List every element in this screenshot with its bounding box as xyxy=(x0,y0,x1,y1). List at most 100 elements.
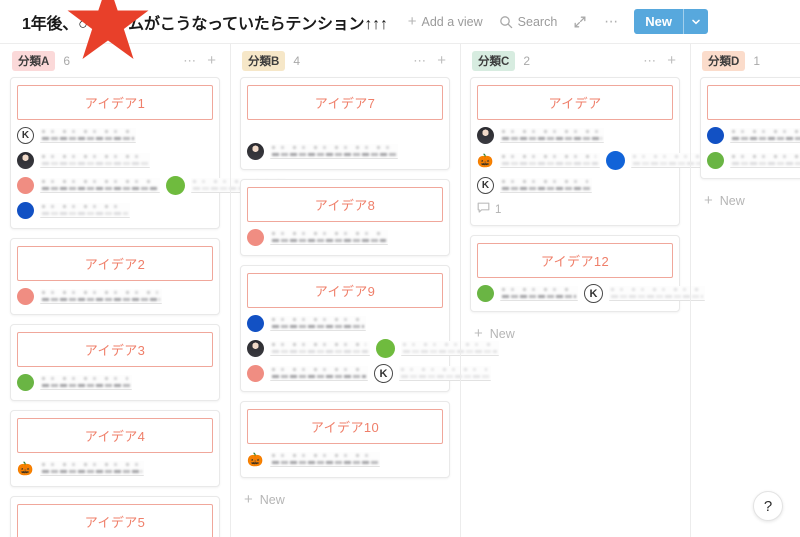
card-title: アイデア5 xyxy=(17,504,213,537)
board-card[interactable]: アイデア 🎃 K 1 xyxy=(470,77,719,226)
board-card[interactable]: アイデア9 K xyxy=(240,265,499,392)
redacted-text xyxy=(500,286,578,301)
board-card[interactable]: アイデア3 xyxy=(10,324,220,401)
card-title: アイデア1 xyxy=(17,85,213,120)
column-add-card-button[interactable]: + xyxy=(659,52,678,69)
plus-icon: + xyxy=(244,491,253,508)
redacted-text xyxy=(270,341,370,356)
k-token: K xyxy=(584,284,603,303)
column-tag[interactable]: 分類C xyxy=(472,50,516,71)
kanban-board: 分類A6⋯+アイデア1Kアイデア2アイデア3アイデア4🎃アイデア5アイデア6分類… xyxy=(0,44,800,537)
board-card[interactable]: アイデア1 K xyxy=(10,77,286,229)
card-rows xyxy=(17,287,213,306)
column-tag[interactable]: 分類D xyxy=(702,50,746,71)
green-avatar xyxy=(477,285,494,302)
card-title: アイデア4 xyxy=(17,418,213,453)
card-comment-row[interactable] xyxy=(17,373,213,392)
add-a-view-label: Add a view xyxy=(421,14,483,29)
board-column-分類B: 分類B 4 ⋯ + アイデア7 アイデア8 アイデア9 K アイデア10 🎃 + New xyxy=(230,44,499,537)
card-comment-row[interactable] xyxy=(247,314,443,333)
pumpkin-avatar: 🎃 xyxy=(477,153,494,168)
column-menu-button[interactable]: ⋯ xyxy=(411,53,429,69)
redacted-text xyxy=(270,144,398,159)
column-count: 6 xyxy=(63,53,70,68)
card-comment-row[interactable]: K xyxy=(477,176,673,195)
card-comment-row[interactable]: 🎃 xyxy=(247,450,443,469)
column-add-card-button[interactable]: + xyxy=(199,52,218,69)
expand-button[interactable] xyxy=(565,11,595,33)
new-button-label: New xyxy=(645,14,673,29)
plus-icon: + xyxy=(704,192,713,209)
redacted-text xyxy=(500,128,604,143)
column-card-list: アイデア1Kアイデア2アイデア3アイデア4🎃アイデア5アイデア6 xyxy=(10,77,286,537)
salmon-avatar xyxy=(17,288,34,305)
add-new-card-label: New xyxy=(259,492,285,507)
board-column-分類A: 分類A6⋯+アイデア1Kアイデア2アイデア3アイデア4🎃アイデア5アイデア6 xyxy=(0,44,286,537)
card-comment-row[interactable]: 🎃 xyxy=(477,151,719,170)
board-card[interactable]: アイデア4 🎃 xyxy=(10,410,220,487)
redacted-text xyxy=(270,230,388,245)
column-header: 分類C 2 ⋯ + xyxy=(470,44,680,77)
comment-count-value: 1 xyxy=(495,203,502,216)
help-button[interactable]: ? xyxy=(753,491,783,521)
blue-token xyxy=(606,151,625,170)
card-rows xyxy=(247,142,443,161)
card-comment-row[interactable]: K xyxy=(247,364,491,383)
card-comment-row[interactable]: K xyxy=(477,284,705,303)
comment-icon xyxy=(477,202,490,217)
add-new-card-button[interactable]: + New xyxy=(470,321,680,346)
column-add-card-button[interactable]: + xyxy=(429,52,448,69)
add-new-card-button[interactable]: + New xyxy=(240,487,450,512)
plus-icon: + xyxy=(474,325,483,342)
column-menu-button[interactable]: ⋯ xyxy=(181,53,199,69)
pumpkin-avatar: 🎃 xyxy=(247,452,264,467)
column-menu-button[interactable]: ⋯ xyxy=(641,53,659,69)
redacted-text xyxy=(40,153,150,168)
card-comment-row[interactable] xyxy=(17,287,213,306)
card-comment-row[interactable]: K xyxy=(17,126,213,145)
redacted-text xyxy=(500,153,600,168)
new-button[interactable]: New xyxy=(634,9,709,34)
redacted-text xyxy=(40,203,130,218)
card-comment-row[interactable] xyxy=(247,339,499,358)
card-comment-row[interactable] xyxy=(17,151,213,170)
card-comment-row[interactable] xyxy=(17,201,213,220)
card-comment-row[interactable] xyxy=(477,126,673,145)
card-title: アイデア2 xyxy=(17,246,213,281)
top-bar: 1年後、○○チームがこうなっていたらテンション↑↑↑ + Add a view … xyxy=(0,0,800,59)
card-comment-row[interactable] xyxy=(707,151,800,170)
column-tag[interactable]: 分類A xyxy=(12,50,56,71)
board-card[interactable]: アイデア7 xyxy=(240,77,450,170)
add-new-card-button[interactable]: + New xyxy=(700,188,800,213)
board-card[interactable]: アイデア12 K xyxy=(470,235,705,312)
card-rows xyxy=(247,228,443,247)
board-card[interactable]: アイデア2 xyxy=(10,238,220,315)
search-button[interactable]: Search xyxy=(491,11,566,33)
chevron-down-icon[interactable] xyxy=(684,9,708,34)
card-rows: 🎃 xyxy=(247,450,443,469)
column-tag[interactable]: 分類B xyxy=(242,50,286,71)
card-title: ア xyxy=(707,85,800,120)
green-token xyxy=(376,339,395,358)
card-comment-row[interactable] xyxy=(247,142,443,161)
salmon-avatar xyxy=(247,229,264,246)
view-toolbar: + Add a view Search ⋯ New xyxy=(400,9,709,34)
comment-count[interactable]: 1 xyxy=(477,202,673,217)
board-card[interactable]: アイデア5 xyxy=(10,496,220,537)
card-comment-row[interactable]: 🎃 xyxy=(17,459,213,478)
redacted-text xyxy=(40,289,162,304)
board-card[interactable]: ア xyxy=(700,77,800,179)
view-more-button[interactable]: ⋯ xyxy=(595,9,628,34)
card-comment-row[interactable] xyxy=(17,176,286,195)
board-card[interactable]: アイデア10 🎃 xyxy=(240,401,450,478)
green-avatar xyxy=(17,374,34,391)
card-comment-row[interactable] xyxy=(707,126,800,145)
salmon-avatar xyxy=(17,177,34,194)
search-icon xyxy=(499,15,513,29)
card-comment-row[interactable] xyxy=(247,228,443,247)
board-card[interactable]: アイデア8 xyxy=(240,179,450,256)
add-a-view-button[interactable]: + Add a view xyxy=(400,10,491,33)
column-header: 分類B 4 ⋯ + xyxy=(240,44,450,77)
column-header: 分類A 6 ⋯ + xyxy=(10,44,220,77)
plus-icon: + xyxy=(407,13,417,30)
